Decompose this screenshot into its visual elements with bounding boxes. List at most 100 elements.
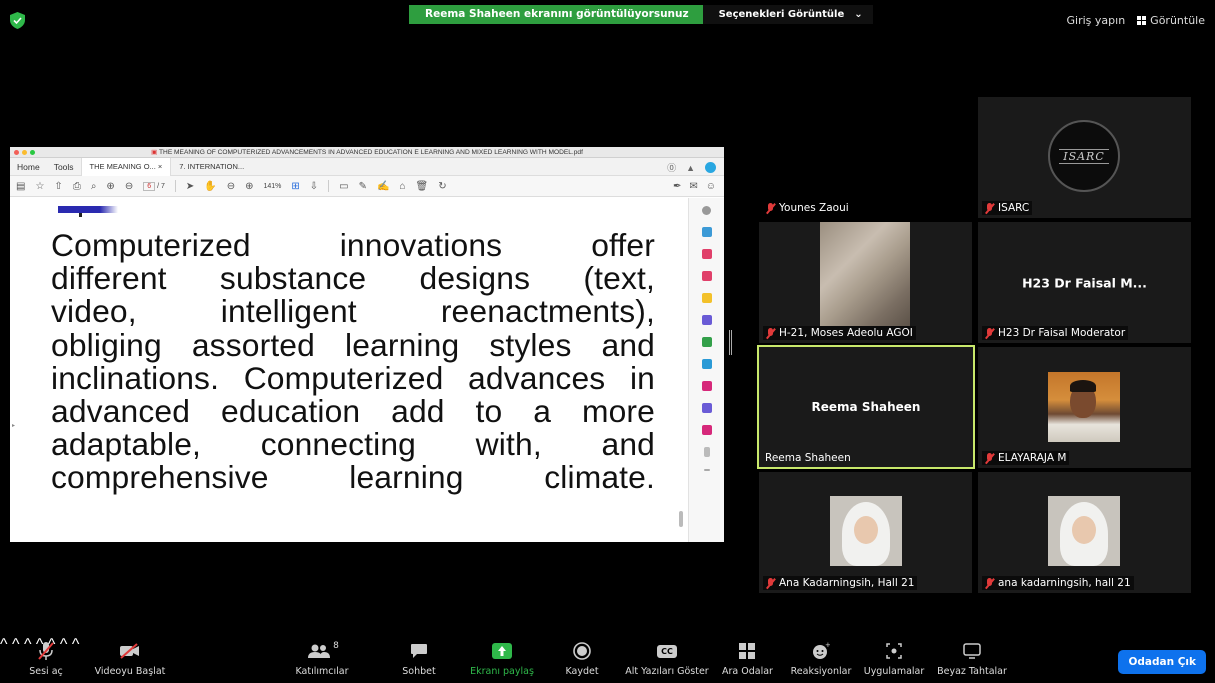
rotate-icon[interactable]: ↻: [438, 181, 446, 192]
zoom-in-icon[interactable]: ⊕: [245, 181, 253, 192]
menu-tools[interactable]: Tools: [47, 162, 81, 172]
profile-icon[interactable]: [705, 162, 716, 173]
panel-resize-handle[interactable]: [729, 330, 732, 355]
participant-tile[interactable]: ana kadarningsih, hall 21: [978, 472, 1191, 593]
participant-name-label: ELAYARAJA M: [982, 451, 1070, 465]
draw-icon[interactable]: ✍: [377, 181, 389, 192]
video-options-chevron-icon[interactable]: ^: [12, 636, 20, 653]
organize-pages-icon[interactable]: [701, 249, 712, 259]
security-shield-icon[interactable]: [10, 12, 25, 29]
share-user-icon[interactable]: ☺: [706, 181, 716, 192]
participant-name: Reema Shaheen: [765, 452, 851, 464]
participant-name: ELAYARAJA M: [998, 452, 1067, 464]
mic-muted-icon: [985, 452, 994, 464]
chevron-down-icon: ⌄: [854, 9, 863, 20]
svg-text:+: +: [825, 642, 830, 649]
page-number-input[interactable]: 6: [143, 181, 156, 191]
participant-name: H-21, Moses Adeolu AGOI: [779, 327, 913, 339]
export-pdf-icon[interactable]: [701, 271, 712, 281]
fit-page-icon[interactable]: ⊞: [291, 181, 299, 192]
close-window-icon[interactable]: [14, 150, 19, 155]
record-label: Kaydet: [565, 666, 599, 677]
pdf-line: adaptable, connecting with, and: [51, 426, 655, 463]
combine-files-icon[interactable]: [701, 315, 712, 325]
expand-icon[interactable]: [703, 447, 710, 457]
reactions-button[interactable]: + Reaksiyonlar: [789, 640, 853, 677]
participants-count: 8: [333, 641, 339, 651]
audio-options-chevron-icon[interactable]: ^: [0, 636, 8, 653]
chat-bubble-icon: [398, 640, 440, 662]
comment-tool-icon[interactable]: [701, 293, 712, 303]
start-video-button[interactable]: Videoyu Başlat: [92, 640, 168, 677]
maximize-window-icon[interactable]: [30, 150, 35, 155]
bell-icon[interactable]: ▲: [686, 163, 695, 173]
pdf-line: different substance designs (text,: [51, 260, 655, 297]
delete-icon[interactable]: 🗑: [416, 181, 429, 192]
participant-photo: [830, 496, 902, 566]
participant-tile[interactable]: H-21, Moses Adeolu AGOI: [759, 222, 972, 343]
zoom-tool-icon[interactable]: [702, 206, 711, 215]
scroll-mode-icon[interactable]: ⇩: [310, 181, 318, 192]
participants-button[interactable]: 8 Katılımcılar: [292, 640, 352, 677]
export-excel-icon[interactable]: [701, 337, 712, 347]
mic-muted-icon: [766, 327, 775, 339]
sign-in-link[interactable]: Giriş yapın: [1067, 14, 1126, 27]
select-cursor-icon[interactable]: ➤: [186, 181, 194, 192]
zoom-level[interactable]: 141%: [263, 183, 281, 190]
pdf-scrollbar[interactable]: [679, 511, 683, 527]
whiteboard-options-chevron-icon[interactable]: ^: [72, 636, 80, 653]
fill-sign-icon[interactable]: [701, 381, 712, 391]
participant-tile[interactable]: Younes Zaoui: [759, 97, 972, 218]
scan-ocr-icon[interactable]: [701, 359, 712, 369]
breakout-rooms-button[interactable]: Ara Odalar: [722, 640, 773, 677]
chat-label: Sohbet: [402, 666, 436, 677]
participant-tile[interactable]: ISARC ISARC: [978, 97, 1191, 218]
page-down-icon[interactable]: ⊖: [125, 181, 133, 192]
apps-button[interactable]: Uygulamalar: [862, 640, 926, 677]
print-icon[interactable]: ⎙: [73, 181, 81, 192]
participant-tile[interactable]: H23 Dr Faisal M... H23 Dr Faisal Moderat…: [978, 222, 1191, 343]
captions-button[interactable]: CC Alt Yazıları Göster: [623, 640, 711, 677]
chat-button[interactable]: Sohbet: [398, 640, 440, 677]
menu-home[interactable]: Home: [10, 162, 47, 172]
save-icon[interactable]: ▤: [16, 181, 25, 192]
minimize-window-icon[interactable]: [22, 150, 27, 155]
sharing-status-text: Reema Shaheen ekranını görüntülüyorsunuz: [409, 5, 703, 24]
toolbar-divider: [174, 180, 176, 192]
comment-icon[interactable]: ▭: [339, 181, 348, 192]
left-panel-toggle-icon[interactable]: ▸: [12, 422, 15, 429]
whiteboards-button[interactable]: Beyaz Tahtalar: [937, 640, 1007, 677]
unmute-button[interactable]: Sesi aç: [26, 640, 66, 677]
zoom-out-icon[interactable]: ⊖: [227, 181, 235, 192]
page-up-icon[interactable]: ⊕: [106, 181, 114, 192]
highlight-pen-icon[interactable]: ✎: [359, 181, 367, 192]
participant-tile[interactable]: Ana Kadarningsih, Hall 21: [759, 472, 972, 593]
create-pdf-icon[interactable]: [701, 227, 712, 237]
pdf-page-content[interactable]: Computerized innovations offer different…: [10, 198, 688, 542]
pdf-toolbar: ▤ ☆ ⇧ ⎙ ⌕ ⊕ ⊖ 6 / 7 ➤ ✋ ⊖ ⊕ 141% ⊞ ⇩ ▭ ✎…: [10, 176, 724, 197]
help-icon[interactable]: ⓪: [667, 161, 676, 174]
compress-icon[interactable]: [701, 425, 712, 435]
protect-icon[interactable]: [701, 403, 712, 413]
upload-icon[interactable]: ⇧: [54, 181, 62, 192]
participant-tile-active[interactable]: Reema Shaheen Reema Shaheen: [757, 345, 975, 469]
collapse-sidebar-icon[interactable]: [703, 469, 710, 471]
tab-document-1[interactable]: THE MEANING O... ×: [80, 157, 172, 176]
share-screen-button[interactable]: Ekranı paylaş: [470, 640, 534, 677]
bookmark-star-icon[interactable]: ☆: [35, 181, 44, 192]
email-icon[interactable]: ✉: [689, 181, 697, 192]
hand-tool-icon[interactable]: ✋: [204, 181, 216, 192]
participant-tile[interactable]: ELAYARAJA M: [978, 347, 1191, 468]
sign-icon[interactable]: ✒: [673, 181, 681, 192]
view-button[interactable]: Görüntüle: [1137, 14, 1205, 27]
search-icon[interactable]: ⌕: [91, 181, 97, 192]
participant-photo: [1048, 496, 1120, 566]
record-button[interactable]: Kaydet: [562, 640, 602, 677]
pdf-paragraph: Computerized innovations offer different…: [51, 228, 655, 495]
tab-document-2[interactable]: 7. INTERNATION...: [171, 158, 252, 176]
leave-meeting-button[interactable]: Odadan Çık: [1118, 650, 1206, 674]
closed-captions-icon: CC: [623, 640, 711, 662]
stamp-icon[interactable]: ⌂: [399, 181, 405, 192]
tab-close-icon[interactable]: ×: [158, 162, 162, 171]
view-options-button[interactable]: Seçenekleri Görüntüle ⌄: [702, 5, 873, 24]
